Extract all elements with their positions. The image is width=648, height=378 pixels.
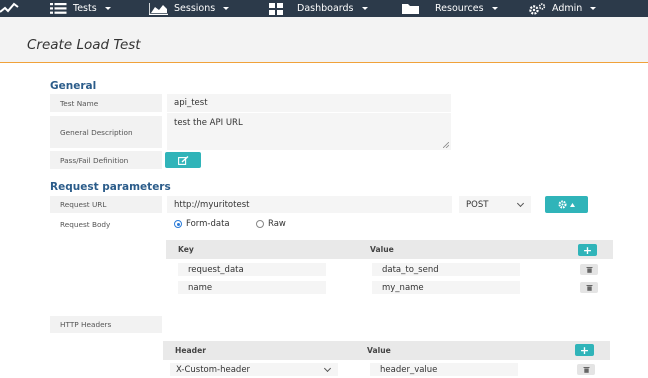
header-value-input[interactable]: header_value	[370, 363, 518, 376]
request-url-input[interactable]: http://myuritotest	[167, 196, 452, 213]
plus-icon: +	[582, 243, 593, 257]
list-icon	[50, 3, 67, 14]
value-column-header: Value	[370, 245, 394, 254]
nav-dashboards-label: Dashboards	[297, 3, 354, 14]
nav-resources-label: Resources	[435, 3, 484, 14]
radio-unselected-icon	[256, 220, 264, 228]
caret-icon	[104, 7, 111, 10]
add-body-row-button[interactable]: +	[578, 244, 597, 256]
chevron-down-icon	[323, 364, 332, 372]
plus-icon: +	[579, 343, 590, 357]
nav-dashboards[interactable]: Dashboards	[269, 2, 368, 15]
header-column-header: Header	[175, 346, 206, 355]
body-table-header: Key Value	[166, 240, 613, 259]
caret-icon	[590, 7, 597, 10]
page-title: Create Load Test	[27, 37, 141, 53]
request-body-label: Request Body	[60, 220, 111, 229]
radio-selected-icon	[174, 220, 182, 228]
method-select[interactable]: POST	[459, 196, 531, 213]
resize-icon[interactable]	[443, 142, 449, 148]
nav-admin[interactable]: Admin	[529, 2, 597, 15]
body-value-input[interactable]: my_name	[372, 281, 520, 294]
request-heading: Request parameters	[50, 181, 171, 193]
radio-raw[interactable]: Raw	[256, 219, 286, 229]
body-value-input[interactable]: data_to_send	[372, 263, 520, 276]
gear-icon	[558, 200, 567, 209]
headers-table-header: Header Value	[163, 341, 610, 360]
caret-icon	[361, 7, 368, 10]
grid-icon	[269, 2, 283, 15]
nav-tests[interactable]: Tests	[50, 2, 111, 15]
radio-form-data-label: Form-data	[186, 219, 230, 229]
caret-icon	[491, 7, 498, 10]
trash-icon	[586, 267, 592, 273]
http-headers-label: HTTP Headers	[50, 316, 162, 333]
key-column-header: Key	[178, 245, 194, 254]
nav-tests-label: Tests	[73, 3, 97, 14]
nav-resources[interactable]: Resources	[402, 2, 498, 15]
nav-sessions[interactable]: Sessions	[149, 2, 230, 15]
gears-icon	[529, 2, 546, 15]
delete-body-row-button[interactable]	[580, 264, 598, 275]
description-textarea[interactable]: test the API URL	[167, 113, 451, 150]
chevron-down-icon	[516, 199, 525, 207]
caret-icon	[223, 7, 230, 10]
method-value: POST	[466, 199, 489, 210]
request-url-label: Request URL	[50, 196, 162, 213]
top-navbar: Tests Sessions Dashboards Resources Admi…	[0, 0, 648, 17]
description-label: General Description	[50, 116, 162, 148]
chart-icon	[149, 2, 168, 15]
nav-admin-label: Admin	[552, 3, 583, 14]
nav-sessions-label: Sessions	[174, 3, 216, 14]
delete-body-row-button[interactable]	[580, 282, 598, 293]
edit-passfail-button[interactable]	[165, 152, 201, 168]
description-text: test the API URL	[174, 118, 243, 128]
edit-icon	[177, 155, 188, 165]
folder-icon	[402, 3, 421, 15]
radio-form-data[interactable]: Form-data	[174, 219, 230, 229]
body-key-input[interactable]: request_data	[178, 263, 326, 276]
test-name-label: Test Name	[50, 94, 162, 112]
radio-raw-label: Raw	[268, 219, 286, 229]
caret-up-icon	[570, 202, 575, 207]
general-heading: General	[50, 80, 97, 92]
delete-header-row-button[interactable]	[577, 364, 595, 375]
test-name-input[interactable]: api_test	[167, 94, 451, 112]
header-name-select[interactable]: X-Custom-header	[170, 363, 338, 376]
settings-toggle-button[interactable]	[545, 196, 588, 213]
logo-icon[interactable]	[0, 2, 22, 18]
trash-icon	[586, 285, 592, 291]
passfail-label: Pass/Fail Definition	[50, 151, 162, 169]
header-name-value: X-Custom-header	[176, 364, 251, 375]
add-header-row-button[interactable]: +	[575, 344, 594, 356]
body-key-input[interactable]: name	[178, 281, 326, 294]
header-value-column-header: Value	[367, 346, 391, 355]
trash-icon	[583, 367, 589, 373]
